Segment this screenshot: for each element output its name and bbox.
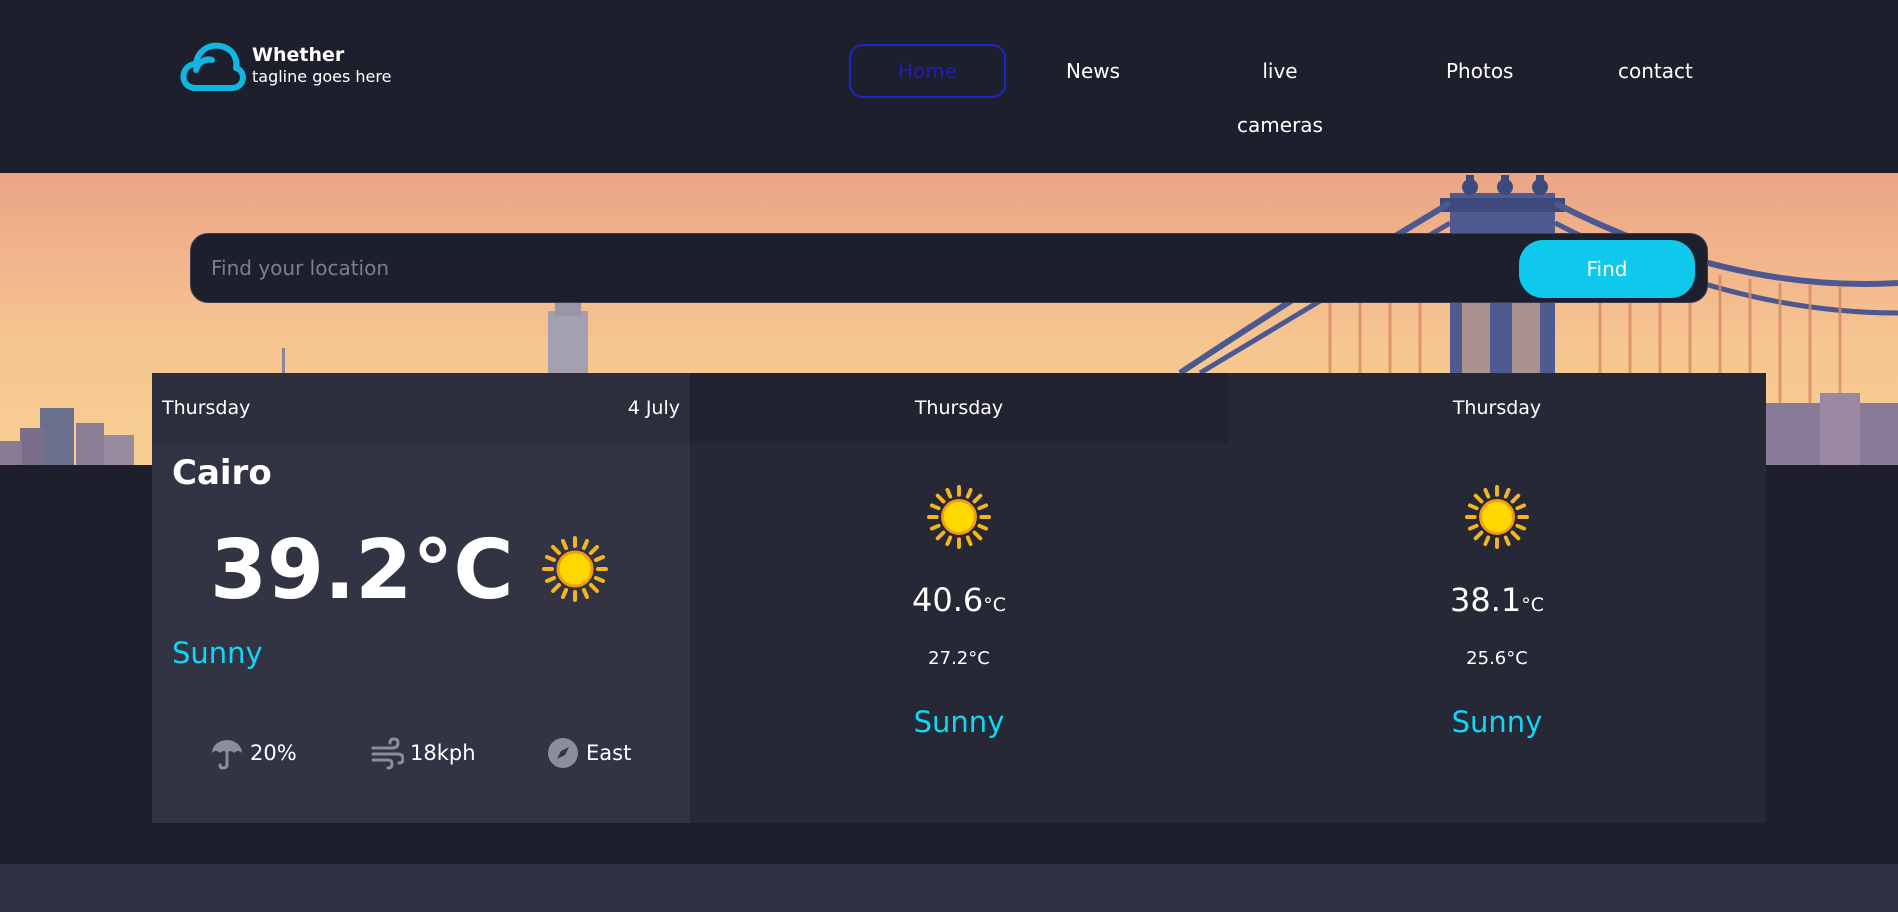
temperature-unit: °C <box>1521 594 1545 616</box>
max-temperature-value: 38.1 <box>1449 581 1522 619</box>
direction-stat: East <box>546 736 631 770</box>
wind-value: 18kph <box>410 741 476 765</box>
forecast-day-header: Thursday <box>1228 373 1766 443</box>
forecast-day-header: Thursday <box>690 373 1228 443</box>
current-temperature: 39.2°C <box>210 523 514 618</box>
forecast-condition: Sunny <box>1451 705 1543 739</box>
today-header: Thursday 4 July <box>152 373 690 443</box>
forecast-day-card: Thursday 40.6°C 27.2°C Sunny <box>690 373 1228 823</box>
forecast-panel: Thursday 4 July Cairo 39.2°C Sunny 20% 1… <box>152 373 1766 823</box>
today-day: Thursday <box>162 397 251 419</box>
sun-icon <box>542 536 608 602</box>
forecast-condition: Sunny <box>913 705 1005 739</box>
site-header: Whether tagline goes here Home News live… <box>0 0 1898 173</box>
wind-icon <box>371 737 404 770</box>
today-date: 4 July <box>627 397 680 419</box>
find-button[interactable]: Find <box>1519 240 1695 298</box>
min-temperature: 27.2°C <box>928 648 990 669</box>
temperature-unit: °C <box>983 594 1007 616</box>
nav-home[interactable]: Home <box>849 44 1006 98</box>
city-name: Cairo <box>172 453 272 493</box>
max-temperature: 38.1°C <box>1228 581 1766 619</box>
site-footer <box>0 864 1898 912</box>
rain-stat: 20% <box>210 736 297 770</box>
forecast-day-name: Thursday <box>914 397 1004 419</box>
nav-photos[interactable]: Photos <box>1446 44 1513 98</box>
sun-icon <box>927 485 991 549</box>
today-stats: 20% 18kph East <box>210 736 650 776</box>
forecast-day-card: Thursday 38.1°C 25.6°C Sunny <box>1228 373 1766 823</box>
search-bar: Find <box>190 233 1708 303</box>
today-card: Thursday 4 July Cairo 39.2°C Sunny 20% 1… <box>152 373 690 823</box>
nav-news[interactable]: News <box>1066 44 1120 98</box>
compass-icon <box>548 738 578 768</box>
min-temperature: 25.6°C <box>1466 648 1528 669</box>
wind-stat: 18kph <box>370 736 476 770</box>
nav-contact[interactable]: contact <box>1618 44 1693 98</box>
forecast-day-name: Thursday <box>1452 397 1542 419</box>
rain-value: 20% <box>250 741 297 765</box>
nav-live-cameras[interactable]: live cameras <box>1226 44 1334 137</box>
max-temperature: 40.6°C <box>690 581 1228 619</box>
today-condition: Sunny <box>172 636 263 670</box>
main-nav: Home News live cameras Photos contact <box>0 44 1898 137</box>
search-input[interactable] <box>211 234 1471 302</box>
max-temperature-value: 40.6 <box>911 581 984 619</box>
sun-icon <box>1465 485 1529 549</box>
umbrella-icon <box>212 740 242 770</box>
direction-value: East <box>586 741 632 765</box>
